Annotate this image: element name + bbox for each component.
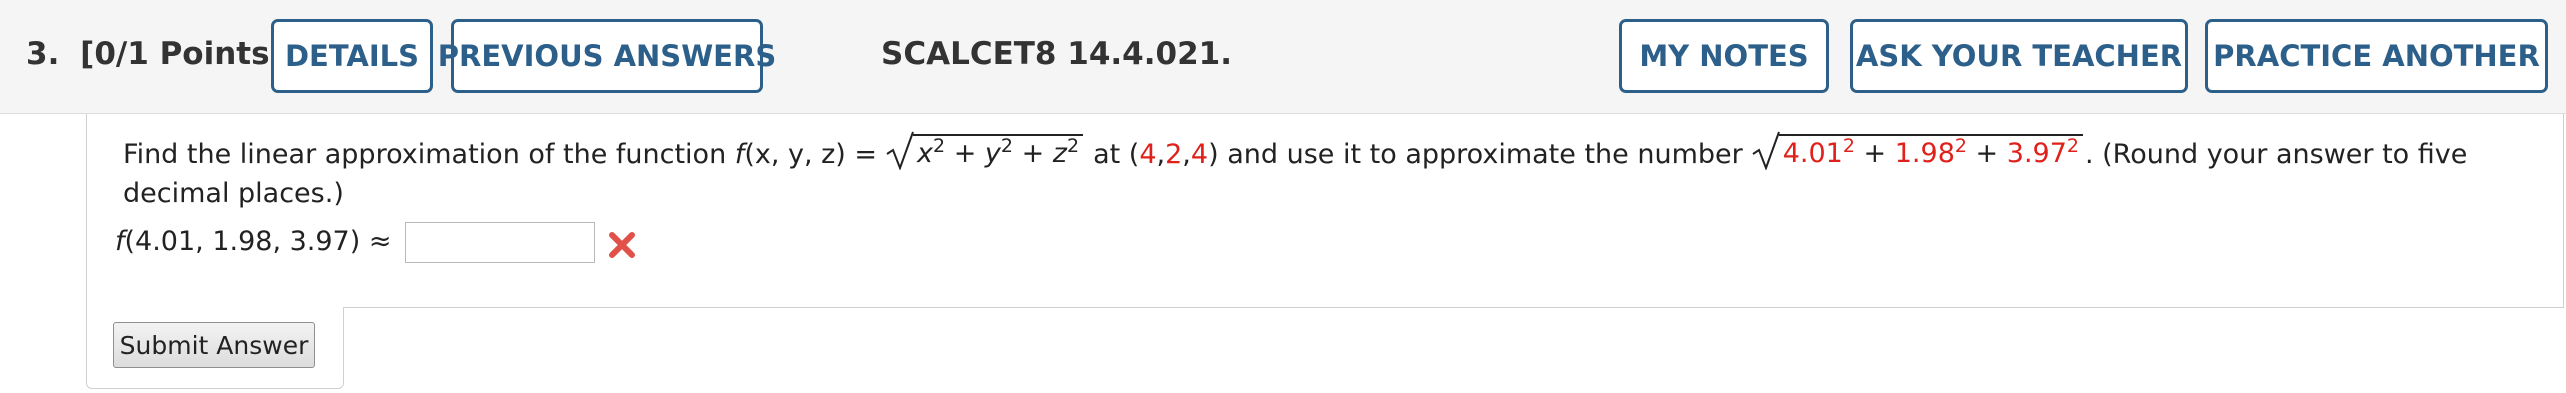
mid-text: and use it to approximate the number <box>1227 139 1743 170</box>
term-2: 1.98 <box>1894 137 1955 169</box>
question-header: 3. [0/1 Points] DETAILS PREVIOUS ANSWERS… <box>0 0 2566 114</box>
incorrect-x-icon <box>609 232 635 258</box>
details-button[interactable]: DETAILS <box>271 19 433 93</box>
question-number: 3. <box>26 36 60 72</box>
previous-answers-button[interactable]: PREVIOUS ANSWERS <box>438 19 776 93</box>
question-intro: Find the linear approximation of the fun… <box>123 139 727 170</box>
sqrt-icon <box>1752 131 1780 170</box>
sqrt-icon <box>886 131 914 170</box>
answer-label: f(4.01, 1.98, 3.97) ≈ <box>115 226 392 257</box>
function-name: f <box>734 139 745 170</box>
function-radicand: x2 + y2 + z2 <box>913 133 1084 170</box>
term-3: 3.97 <box>2006 137 2067 169</box>
my-notes-button[interactable]: MY NOTES <box>1619 19 1829 93</box>
practice-another-button[interactable]: PRACTICE ANOTHER <box>2205 19 2548 93</box>
question-points: [0/1 Points] <box>80 36 284 72</box>
question-text-line1: Find the linear approximation of the fun… <box>123 130 2467 170</box>
number-radical: 4.012 + 1.982 + 3.972 <box>1751 130 2083 170</box>
submit-answer-button[interactable]: Submit Answer <box>113 322 315 368</box>
ask-your-teacher-button[interactable]: ASK YOUR TEACHER <box>1850 19 2188 93</box>
question-text-line2: decimal places.) <box>123 178 344 209</box>
answer-input[interactable] <box>405 222 595 263</box>
problem-code: SCALCET8 14.4.021. <box>881 36 1233 72</box>
round-text: . (Round your answer to five <box>2084 139 2468 170</box>
point-z: 4 <box>1190 139 1209 170</box>
number-radicand: 4.012 + 1.982 + 3.972 <box>1778 133 2083 170</box>
point-x: 4 <box>1139 139 1157 170</box>
question-title: 3. [0/1 Points] <box>26 36 284 72</box>
function-args: (x, y, z) = <box>744 139 878 170</box>
function-radical: x2 + y2 + z2 <box>885 130 1084 170</box>
term-1: 4.01 <box>1782 137 1843 169</box>
at-text: at ( <box>1093 139 1140 170</box>
point-y: 2 <box>1165 139 1183 170</box>
